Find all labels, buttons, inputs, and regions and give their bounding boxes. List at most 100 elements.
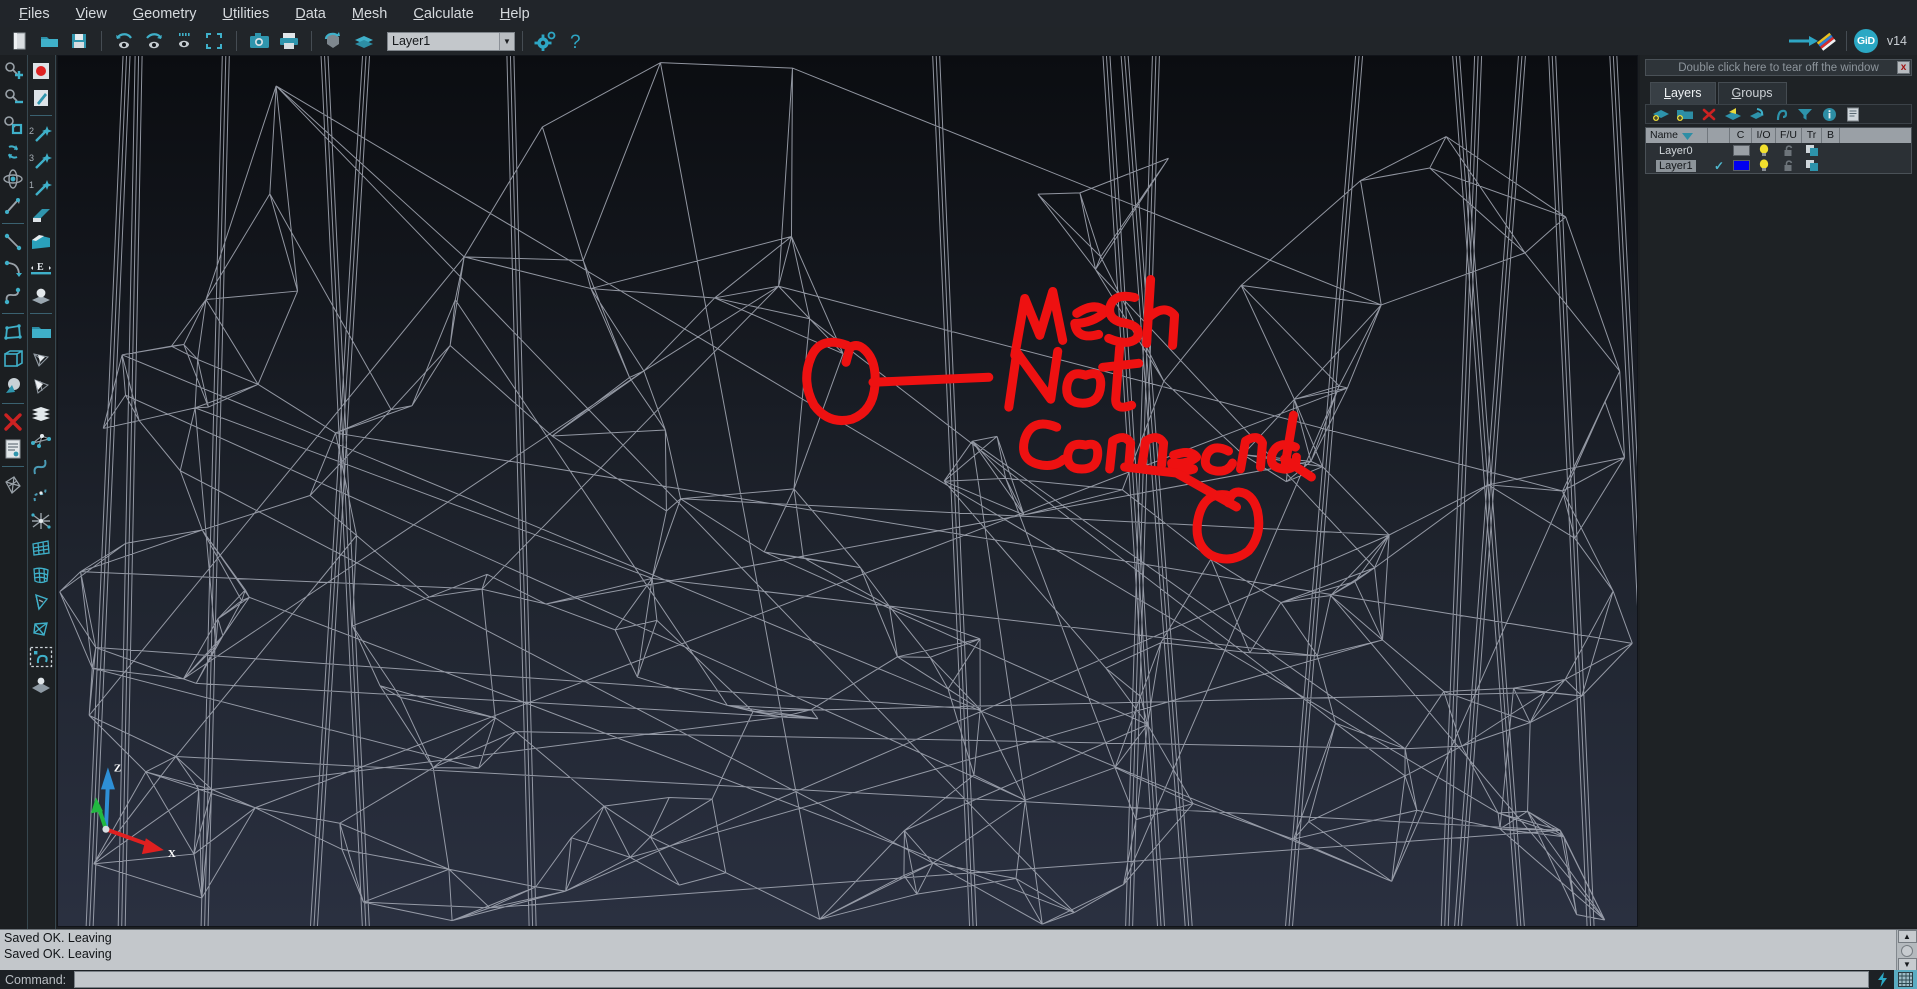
magic-wand-1-icon[interactable]: 1 <box>28 174 54 201</box>
mesh-cross-icon[interactable] <box>28 507 54 534</box>
lightning-icon[interactable] <box>1871 970 1894 989</box>
edit-pencil-icon[interactable] <box>28 84 54 111</box>
open-folder-icon[interactable] <box>34 28 64 54</box>
mesh-tri-alt-icon[interactable] <box>28 372 54 399</box>
layer-visibility-cell[interactable] <box>1752 158 1776 173</box>
column-header-tr[interactable]: Tr <box>1802 128 1822 143</box>
undo-view-icon[interactable] <box>109 28 139 54</box>
menu-data[interactable]: Data <box>282 3 339 25</box>
layer-name-cell[interactable]: Layer0 <box>1646 143 1708 158</box>
curve-mesh-icon[interactable] <box>28 453 54 480</box>
new-layer-icon[interactable] <box>1649 105 1673 123</box>
report-icon[interactable] <box>1841 105 1865 123</box>
layer-name-cell[interactable]: Layer1 <box>1646 158 1708 173</box>
layer-lock-cell[interactable] <box>1776 143 1802 158</box>
column-header-select[interactable] <box>1708 128 1730 143</box>
tab-groups[interactable]: Groups <box>1718 82 1787 104</box>
color-swatch[interactable] <box>1733 160 1750 171</box>
menu-utilities[interactable]: Utilities <box>209 3 282 25</box>
layer-select-cell[interactable] <box>1708 143 1730 158</box>
delete-x-icon[interactable] <box>0 408 26 435</box>
delete-layer-icon[interactable] <box>1697 105 1721 123</box>
object-sphere-icon[interactable] <box>0 372 26 399</box>
mesh-quad-icon[interactable] <box>0 471 26 498</box>
send-to-layer-icon[interactable] <box>1721 105 1745 123</box>
layer-color-cell[interactable] <box>1730 158 1752 173</box>
zoom-out-icon[interactable] <box>0 84 26 111</box>
volume-solid-icon[interactable] <box>28 228 54 255</box>
mesh-criteria-2-icon[interactable] <box>28 615 54 642</box>
rotate-axes-icon[interactable] <box>0 165 26 192</box>
mesh-triangle-icon[interactable] <box>28 345 54 372</box>
render-view-icon[interactable] <box>169 28 199 54</box>
layer-transparency-cell[interactable] <box>1802 158 1822 173</box>
command-input[interactable] <box>74 971 1869 988</box>
mesh-layer-icon[interactable] <box>28 282 54 309</box>
preferences-gear-icon[interactable] <box>530 28 560 54</box>
layer-color-cell[interactable] <box>1730 143 1752 158</box>
menu-files[interactable]: Files <box>6 3 63 25</box>
close-icon[interactable]: x <box>1897 61 1910 74</box>
scrollbar-thumb[interactable] <box>1901 945 1913 957</box>
list-entities-icon[interactable] <box>0 435 26 462</box>
rotate-object-icon[interactable] <box>319 28 349 54</box>
layers-icon[interactable] <box>349 28 379 54</box>
layer-b-cell[interactable] <box>1822 143 1840 158</box>
new-file-icon[interactable] <box>4 28 34 54</box>
curve-dashed-icon[interactable] <box>28 480 54 507</box>
new-layer-folder-icon[interactable] <box>1673 105 1697 123</box>
info-icon[interactable] <box>1817 105 1841 123</box>
column-header-name[interactable]: Name <box>1646 128 1708 143</box>
model-viewport[interactable]: Z X <box>57 55 1638 927</box>
layer-lock-cell[interactable] <box>1776 158 1802 173</box>
column-header-b[interactable]: B <box>1822 128 1840 143</box>
mesh-nodes-icon[interactable] <box>28 426 54 453</box>
record-circle-icon[interactable] <box>28 57 54 84</box>
label-e-icon[interactable]: E <box>28 255 54 282</box>
save-disk-icon[interactable] <box>64 28 94 54</box>
toggle-postprocess-icon[interactable] <box>1783 28 1839 54</box>
tear-off-bar[interactable]: Double click here to tear off the window… <box>1645 59 1912 76</box>
chevron-down-icon[interactable]: ▼ <box>499 33 514 50</box>
redo-view-icon[interactable] <box>139 28 169 54</box>
nurbs-curve-icon[interactable] <box>0 282 26 309</box>
volume-cube-icon[interactable] <box>0 345 26 372</box>
merge-layer-icon[interactable] <box>1745 105 1769 123</box>
column-header-fu[interactable]: F/U <box>1776 128 1802 143</box>
print-icon[interactable] <box>274 28 304 54</box>
mesh-criteria-icon[interactable] <box>28 588 54 615</box>
structured-mesh-icon[interactable] <box>28 534 54 561</box>
zoom-frame-icon[interactable] <box>199 28 229 54</box>
help-question-icon[interactable]: ? <box>560 28 590 54</box>
mesh-view-icon[interactable] <box>28 672 54 699</box>
layer-visibility-cell[interactable] <box>1752 143 1776 158</box>
layer-transparency-cell[interactable] <box>1802 143 1822 158</box>
undo-layer-icon[interactable] <box>1769 105 1793 123</box>
menu-view[interactable]: View <box>63 3 120 25</box>
column-header-io[interactable]: I/O <box>1752 128 1776 143</box>
line-icon[interactable] <box>0 228 26 255</box>
table-row[interactable]: Layer0 <box>1646 143 1911 158</box>
semi-structured-icon[interactable] <box>28 561 54 588</box>
surface-icon[interactable] <box>0 318 26 345</box>
color-swatch[interactable] <box>1733 145 1750 156</box>
column-header-c[interactable]: C <box>1730 128 1752 143</box>
surface-sheet-icon[interactable] <box>28 201 54 228</box>
filter-icon[interactable] <box>1793 105 1817 123</box>
camera-icon[interactable] <box>244 28 274 54</box>
zoom-in-icon[interactable] <box>0 57 26 84</box>
mesh-stack-icon[interactable] <box>28 399 54 426</box>
scroll-up-icon[interactable]: ▲ <box>1898 930 1917 943</box>
layer-combo[interactable]: Layer1 ▼ <box>387 32 515 51</box>
select-mesh-icon[interactable] <box>28 642 54 672</box>
layer-select-cell[interactable]: ✓ <box>1708 158 1730 173</box>
menu-help[interactable]: Help <box>487 3 543 25</box>
pan-icon[interactable] <box>0 192 26 219</box>
menu-mesh[interactable]: Mesh <box>339 3 400 25</box>
layer-b-cell[interactable] <box>1822 158 1840 173</box>
open-mesh-folder-icon[interactable] <box>28 318 54 345</box>
grid-snap-icon[interactable] <box>1894 970 1917 989</box>
zoom-window-icon[interactable] <box>0 111 26 138</box>
rotate-trackball-icon[interactable] <box>0 138 26 165</box>
menu-calculate[interactable]: Calculate <box>400 3 486 25</box>
